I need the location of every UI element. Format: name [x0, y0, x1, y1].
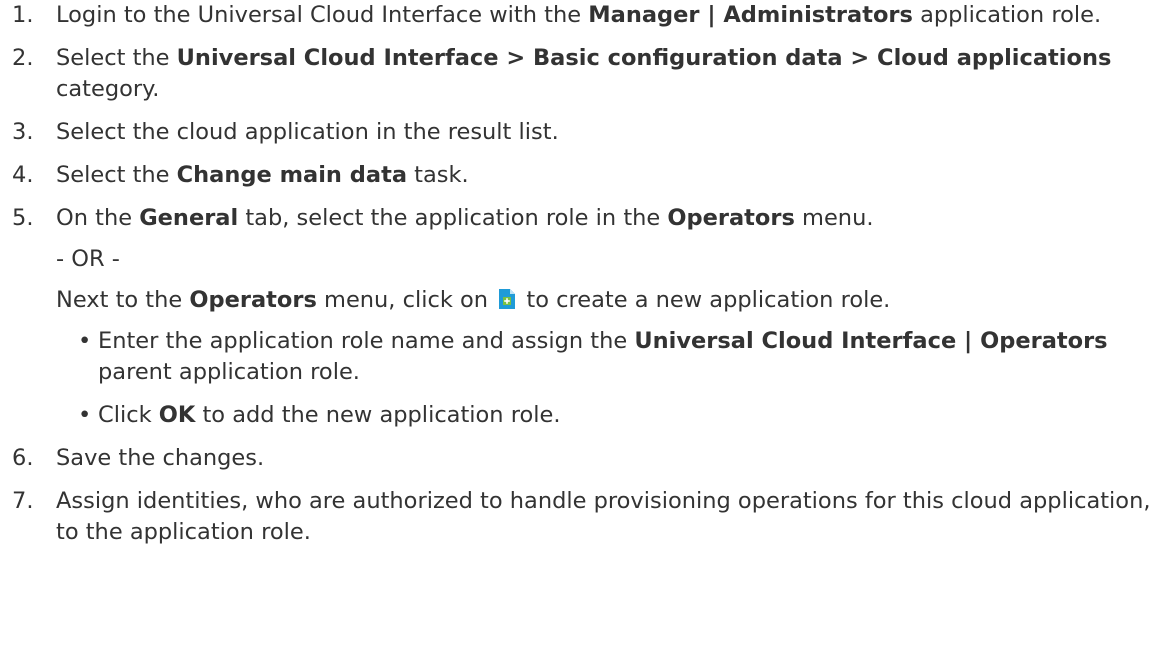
step-text: Save the changes. [56, 445, 265, 471]
sub-step: • Enter the application role name and as… [78, 328, 1108, 385]
step-number: 4. [12, 162, 34, 188]
or-separator: - OR - [56, 246, 120, 272]
step-text: Login to the Universal Cloud Interface w… [56, 2, 1102, 28]
step-number: 2. [12, 45, 34, 71]
step-3: 3. Select the cloud application in the r… [0, 117, 1173, 148]
category-path: Universal Cloud Interface > Basic config… [176, 45, 1112, 71]
step-5: 5. On the General tab, select the applic… [0, 203, 1173, 431]
step-number: 6. [12, 445, 34, 471]
sub-steps: • Enter the application role name and as… [56, 326, 1173, 431]
step-text: On the General tab, select the applicati… [56, 205, 874, 231]
step-6: 6. Save the changes. [0, 443, 1173, 474]
add-application-role-icon [499, 289, 516, 309]
step-number: 7. [12, 488, 34, 514]
step-number: 5. [12, 205, 34, 231]
step-text: Select the Change main data task. [56, 162, 469, 188]
step-number: 1. [12, 2, 34, 28]
step-7: 7. Assign identities, who are authorized… [0, 486, 1173, 548]
step-2: 2. Select the Universal Cloud Interface … [0, 43, 1173, 105]
parent-role-name: Universal Cloud Interface | Operators [634, 328, 1108, 354]
step-text: Next to the Operators menu, click on to … [56, 287, 891, 313]
document-page: 1. Login to the Universal Cloud Interfac… [0, 0, 1173, 656]
step-text: Assign identities, who are authorized to… [56, 488, 1151, 545]
step-text: Select the Universal Cloud Interface > B… [56, 45, 1112, 102]
role-name: Manager | Administrators [588, 2, 913, 28]
bullet: • [78, 328, 92, 354]
ok-label: OK [158, 402, 196, 428]
bullet: • [78, 402, 92, 428]
step-text: Select the cloud application in the resu… [56, 119, 559, 145]
sub-step: • Click OK to add the new application ro… [56, 400, 1173, 431]
step-number: 3. [12, 119, 34, 145]
menu-name: Operators [189, 287, 317, 313]
tab-name: General [139, 205, 239, 231]
step-4: 4. Select the Change main data task. [0, 160, 1173, 191]
menu-name: Operators [667, 205, 795, 231]
procedure-steps: 1. Login to the Universal Cloud Interfac… [0, 0, 1173, 560]
task-name: Change main data [176, 162, 408, 188]
step-1: 1. Login to the Universal Cloud Interfac… [0, 0, 1173, 31]
